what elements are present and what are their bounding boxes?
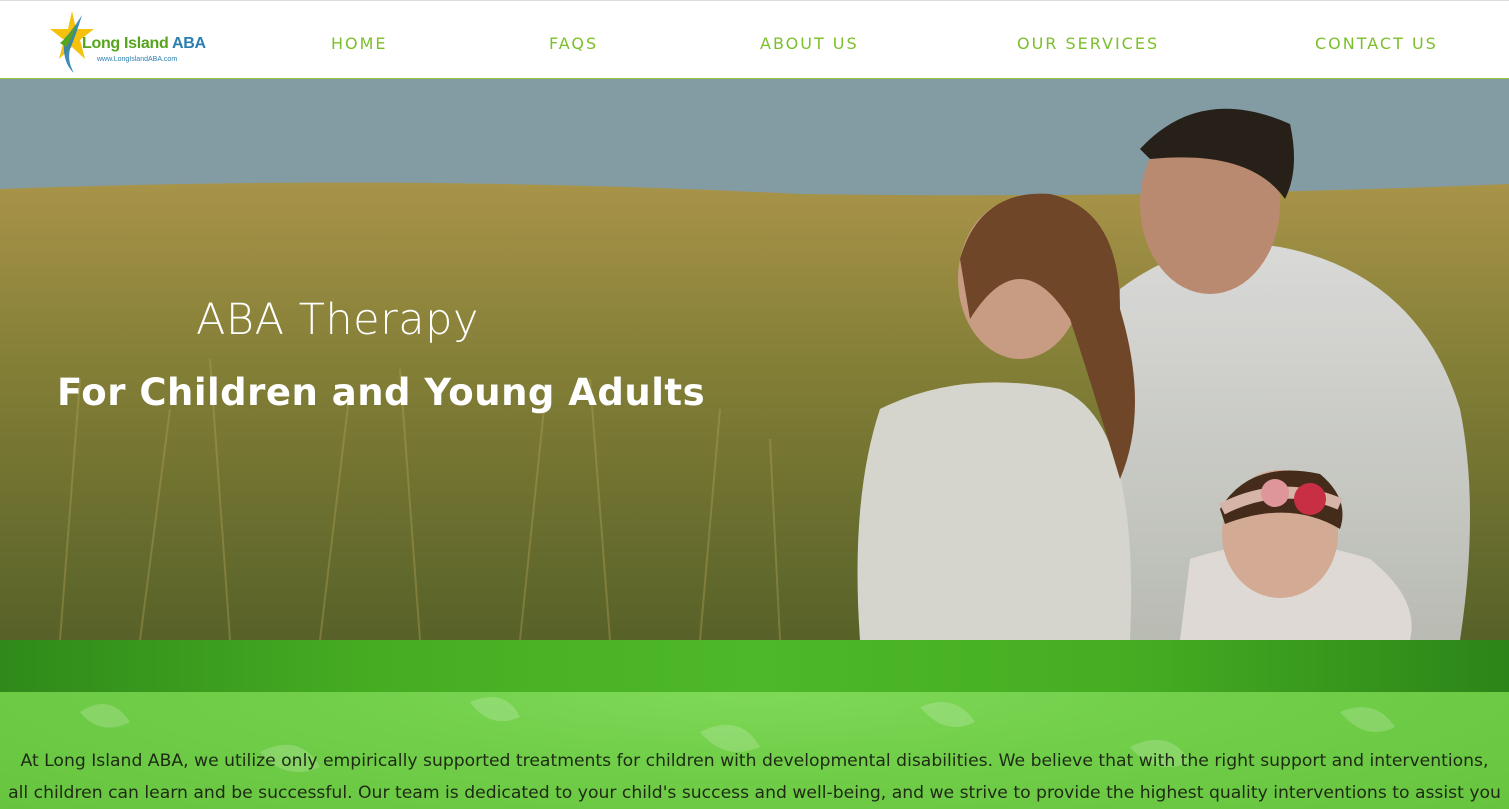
nav-our-services[interactable]: OUR SERVICES (1017, 34, 1159, 53)
nav-home[interactable]: HOME (331, 34, 388, 53)
hero-subtitle: For Children and Young Adults (57, 371, 706, 414)
hero-banner: ABA Therapy For Children and Young Adult… (0, 79, 1509, 640)
intro-text: At Long Island ABA, we utilize only empi… (8, 751, 1501, 803)
intro-section: At Long Island ABA, we utilize only empi… (0, 692, 1509, 809)
main-nav: HOME FAQS ABOUT US OUR SERVICES CONTACT … (0, 1, 1509, 80)
nav-contact-us[interactable]: CONTACT US (1315, 34, 1438, 53)
nav-faqs[interactable]: FAQS (549, 34, 598, 53)
hero-title: ABA Therapy (196, 295, 479, 345)
family-photo-icon (0, 79, 1509, 640)
site-header: Long Island ABA www.LongIslandABA.com HO… (0, 0, 1509, 79)
nav-about-us[interactable]: ABOUT US (760, 34, 859, 53)
green-divider-band (0, 640, 1509, 692)
